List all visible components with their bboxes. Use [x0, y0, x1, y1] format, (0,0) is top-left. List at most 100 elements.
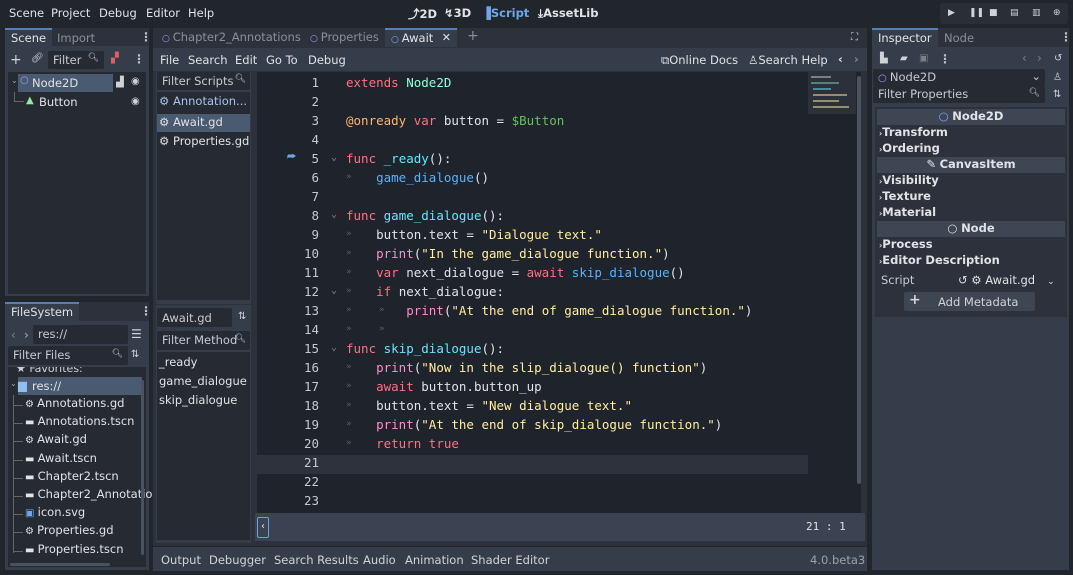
scene-tab-await[interactable]: ○ Await ✕ [385, 28, 457, 47]
code-line[interactable]: 6» game_dialogue() [257, 170, 861, 189]
online-docs-button[interactable]: ⧉Online Docs [661, 53, 738, 68]
code-line[interactable]: 7 [257, 189, 861, 208]
resource-menu-icon[interactable]: ⋮ [939, 52, 951, 66]
history-back-icon[interactable]: ‹ [1022, 51, 1027, 65]
workspace-script-button[interactable]: ▐Script [482, 6, 529, 20]
menu-help[interactable]: Help [188, 6, 214, 20]
bottom-tab-search-results[interactable]: Search Results [274, 553, 359, 567]
category-texture[interactable]: ›Texture [879, 189, 931, 203]
file-tree-hscrollbar[interactable] [10, 563, 110, 566]
code-line[interactable]: 19» print("At the end of skip_dialogue f… [257, 417, 861, 436]
filter-files-input[interactable]: Filter Files 🔍︎ [8, 346, 128, 365]
scene-tab-properties[interactable]: ○ Properties [304, 28, 385, 47]
bottom-tab-audio[interactable]: Audio [363, 553, 396, 567]
new-scene-tab-icon[interactable]: + [461, 26, 485, 45]
category-ordering[interactable]: ›Ordering [879, 141, 940, 155]
code-editor[interactable]: 1 extends Node2D 2 3 @onready var button = $… [257, 72, 861, 513]
code-line[interactable]: 15 ⌄ func skip_dialogue(): [257, 341, 861, 360]
filter-methods-input[interactable]: Filter Method 🔍︎ [157, 331, 250, 350]
play-icon[interactable]: ▶ [948, 8, 955, 18]
filter-properties-input[interactable]: Filter Properties 🔍︎ [873, 86, 1045, 103]
method-item-ready[interactable]: _ready [159, 355, 197, 373]
path-input[interactable]: res:// [33, 325, 128, 344]
fold-icon[interactable]: ⌄ [331, 342, 337, 353]
scene-script-icon[interactable]: ▞ [111, 53, 119, 64]
stop-icon[interactable]: ■ [989, 8, 998, 18]
code-line[interactable]: 13»» print("At the end of game_dialogue … [257, 303, 861, 322]
code-line[interactable]: 23 [257, 493, 861, 512]
code-line[interactable]: 10» print("In the game_dialogue function… [257, 246, 861, 265]
back-icon[interactable]: ‹ [11, 328, 16, 342]
file-item[interactable]: ▬ Annotations.tscn [25, 414, 134, 432]
tree-item-button[interactable]: ▲ Button [26, 94, 116, 112]
script-menu-search[interactable]: Search [188, 53, 228, 67]
toggle-scripts-panel-button[interactable]: ‹ [257, 517, 269, 538]
menu-scene[interactable]: Scene [9, 6, 44, 20]
tab-node[interactable]: Node [938, 28, 980, 48]
property-settings-icon[interactable]: ⇅ [1053, 89, 1061, 100]
code-line[interactable]: 16» print("Now in the slip_dialogue() fu… [257, 360, 861, 379]
code-line[interactable]: 17» await button.button_up [257, 379, 861, 398]
file-item[interactable]: ▬ Await.tscn [25, 451, 97, 469]
code-line[interactable]: 12 ⌄» if next_dialogue: [257, 284, 861, 303]
scene-tree-menu-icon[interactable]: ⋮ [133, 52, 145, 66]
category-editor-description[interactable]: ›Editor Description [879, 253, 1000, 267]
tab-scene[interactable]: Scene [5, 28, 53, 48]
file-item[interactable]: ▬ Chapter2.tscn [25, 469, 119, 487]
sort-icon[interactable]: ⇅ [131, 349, 139, 360]
file-tree-scrollbar[interactable] [141, 380, 144, 555]
tab-import[interactable]: Import [51, 28, 101, 48]
attached-script-icon[interactable]: ▟ [116, 77, 124, 88]
fold-icon[interactable]: ⌄ [331, 152, 337, 163]
bottom-tab-shader-editor[interactable]: Shader Editor [471, 553, 549, 567]
scene-tab-chapter2-annotations[interactable]: ○ Chapter2_Annotations [156, 28, 307, 47]
visibility-eye-icon[interactable]: ◉ [131, 76, 140, 87]
bottom-tab-output[interactable]: Output [161, 553, 201, 567]
bottom-tab-debugger[interactable]: Debugger [209, 553, 266, 567]
tree-item-node2d[interactable]: ⌄ ○ Node2D [11, 74, 113, 92]
new-resource-icon[interactable]: ▙ [880, 53, 888, 64]
method-item-skip-dialogue[interactable]: skip_dialogue [159, 393, 237, 411]
script-menu-debug[interactable]: Debug [308, 53, 346, 67]
script-item-await[interactable]: ⚙ Await.gd [157, 114, 250, 132]
object-selector[interactable]: ○ Node2D ⌄ [873, 69, 1045, 86]
code-line[interactable]: 2 [257, 94, 861, 113]
history-forward-icon[interactable]: › [1037, 51, 1042, 65]
workspace-3d-button[interactable]: ↯3D [444, 6, 471, 20]
bottom-tab-animation[interactable]: Animation [405, 553, 464, 567]
distraction-free-icon[interactable]: ⛶ [851, 32, 858, 43]
add-metadata-button[interactable]: + Add Metadata [904, 292, 1035, 311]
file-item[interactable]: ▬ Chapter2_Annotatio [25, 487, 152, 505]
fold-icon[interactable]: ⌄ [331, 285, 337, 296]
prev-script-icon[interactable]: ‹ [838, 52, 843, 66]
movie-maker-icon[interactable]: ⊕ [1053, 8, 1061, 18]
workspace-assetlib-button[interactable]: ⤓AssetLib [538, 6, 598, 21]
filter-scripts-input[interactable]: Filter Scripts 🔍︎ [157, 72, 250, 90]
file-item[interactable]: ▣ icon.svg [25, 505, 85, 523]
open-folder-icon[interactable]: ▰ [900, 53, 908, 64]
version-label[interactable]: 4.0.beta3 [810, 553, 865, 567]
play-custom-scene-icon[interactable]: ▥ [1032, 8, 1041, 18]
file-item[interactable]: ▬ Properties.tscn [25, 542, 124, 560]
category-material[interactable]: ›Material [879, 205, 936, 219]
close-tab-icon[interactable]: ✕ [442, 31, 451, 44]
visibility-eye-icon[interactable]: ◉ [131, 96, 140, 107]
open-docs-icon[interactable]: ♙ [1053, 72, 1062, 83]
code-line[interactable]: 9» button.text = "Dialogue text." [257, 227, 861, 246]
split-view-icon[interactable]: ☰ [131, 327, 142, 341]
favorites-row[interactable]: ★ Favorites: [16, 367, 83, 375]
filesystem-menu-icon[interactable]: ⋮ [140, 304, 152, 318]
script-menu-goto[interactable]: Go To [266, 53, 298, 67]
menu-editor[interactable]: Editor [146, 6, 180, 20]
inspector-menu-icon[interactable]: ⋮ [1060, 30, 1072, 44]
code-line[interactable]: 11» var next_dialogue = await skip_dialo… [257, 265, 861, 284]
script-menu-file[interactable]: File [160, 53, 179, 67]
code-line[interactable]: 18» button.text = "New dialogue text." [257, 398, 861, 417]
script-item-properties[interactable]: ⚙ Properties.gd [157, 134, 250, 152]
next-script-icon[interactable]: › [854, 52, 859, 66]
code-line[interactable]: 20» return true [257, 436, 861, 455]
category-transform[interactable]: ›Transform [879, 125, 948, 139]
menu-debug[interactable]: Debug [99, 6, 137, 20]
code-line[interactable]: 14 » » [257, 322, 861, 341]
tab-inspector[interactable]: Inspector [872, 28, 938, 48]
